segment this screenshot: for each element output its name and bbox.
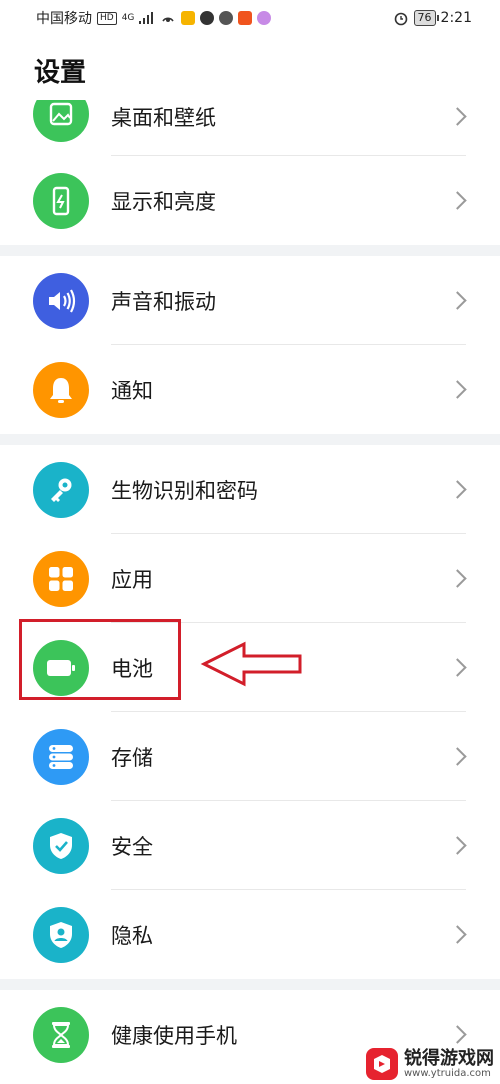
watermark: 锐得游戏网 www.ytruida.com [366,1048,494,1080]
chevron-right-icon [448,569,467,588]
settings-item-wallpaper[interactable]: 桌面和壁纸 [0,100,500,156]
chevron-right-icon [448,1025,467,1044]
settings-item-label: 显示和亮度 [111,189,216,214]
settings-item-label: 安全 [111,834,153,859]
qq-app-icon [200,11,215,25]
settings-item-privacy[interactable]: 隐私 [0,890,500,979]
settings-item-label: 声音和振动 [111,289,216,314]
chevron-right-icon [448,191,467,210]
app-notification-icon-2 [257,11,272,25]
settings-item-apps[interactable]: 应用 [0,534,500,623]
settings-item-biometrics[interactable]: 生物识别和密码 [0,445,500,534]
chevron-right-icon [448,747,467,766]
clock: 2:21 [440,10,472,26]
privacy-icon [33,906,89,963]
weibo-app-icon [181,11,196,25]
storage-icon [33,728,89,785]
status-bar: 中国移动 HD 4G 76 2:21 [0,0,500,36]
network-type: 4G [121,12,135,23]
settings-item-notifications[interactable]: 通知 [0,345,500,434]
wallpaper-icon [33,100,89,142]
wechat-app-icon [219,11,234,25]
watermark-name: 锐得游戏网 [404,1047,494,1069]
settings-item-label: 桌面和壁纸 [111,106,216,130]
settings-item-label: 存储 [111,745,153,770]
settings-item-storage[interactable]: 存储 [0,712,500,801]
annotation-arrow-icon [200,641,302,687]
battery-indicator: 76 [413,10,439,26]
settings-list: 桌面和壁纸 显示和亮度 声音和振动 通知 生物识别和密码 应用 电池 存储 安全… [0,100,500,1079]
settings-item-display[interactable]: 显示和亮度 [0,156,500,245]
annotation-highlight-box [19,619,181,700]
settings-item-label: 生物识别和密码 [111,478,258,503]
watermark-url: www.ytruida.com [404,1068,491,1080]
section-separator [0,979,500,990]
settings-item-security[interactable]: 安全 [0,801,500,890]
section-separator [0,245,500,256]
display-icon [33,172,89,229]
page-title: 设置 [34,58,87,88]
carrier-name: 中国移动 [36,11,92,27]
key-icon [33,461,89,518]
bell-icon [33,361,89,418]
signal-icon [139,12,154,24]
settings-item-label: 通知 [111,378,153,403]
sound-icon [33,272,89,329]
settings-item-label: 隐私 [111,923,153,948]
settings-item-label: 应用 [111,567,153,592]
chevron-right-icon [448,380,467,399]
chevron-right-icon [448,925,467,944]
alarm-icon [394,12,407,26]
chevron-right-icon [448,836,467,855]
chevron-right-icon [448,107,467,126]
section-separator [0,434,500,445]
status-left: 中国移动 HD 4G [36,8,272,28]
chevron-right-icon [448,658,467,677]
app-notification-icon [238,11,253,25]
watermark-logo-icon [366,1048,398,1080]
apps-icon [33,550,89,607]
hotspot-icon [162,17,175,22]
hourglass-icon [33,1006,89,1063]
chevron-right-icon [448,480,467,499]
settings-item-label: 健康使用手机 [111,1023,237,1048]
settings-item-sound[interactable]: 声音和振动 [0,256,500,345]
chevron-right-icon [448,291,467,310]
hd-badge: HD [97,11,117,25]
shield-check-icon [33,817,89,874]
status-right: 76 2:21 [393,10,472,26]
